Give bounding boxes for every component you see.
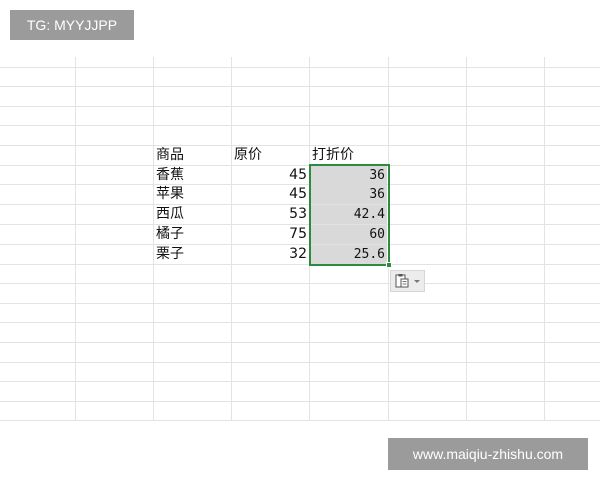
discount-price-cell[interactable]: 25.6 (311, 245, 387, 264)
grid-column-line (544, 57, 545, 420)
grid-row-line (0, 106, 600, 107)
original-price-cell[interactable]: 53 (232, 205, 309, 224)
header-cell-discount-price[interactable]: 打折价 (312, 146, 388, 165)
original-price-cell[interactable]: 75 (232, 225, 309, 244)
discount-price-cell[interactable]: 36 (311, 166, 387, 185)
grid-row-line (0, 420, 600, 421)
header-cell-original-price[interactable]: 原价 (234, 146, 309, 165)
item-cell[interactable]: 橘子 (156, 225, 231, 244)
paste-options-button[interactable] (390, 270, 425, 292)
item-cell[interactable]: 香蕉 (156, 166, 231, 185)
grid-row-line (0, 283, 600, 284)
original-price-cell[interactable]: 32 (232, 245, 309, 264)
grid-row-line (0, 401, 600, 402)
grid-row-line (0, 86, 600, 87)
watermark-top-left: TG: MYYJJPP (10, 10, 134, 40)
grid-row-line (0, 342, 600, 343)
grid-column-line (309, 57, 310, 420)
grid-row-line (0, 322, 600, 323)
grid-column-line (388, 57, 389, 420)
discount-price-cell[interactable]: 36 (311, 185, 387, 204)
grid-row-line (0, 67, 600, 68)
item-cell[interactable]: 苹果 (156, 185, 231, 204)
grid-column-line (75, 57, 76, 420)
grid-row-line (0, 362, 600, 363)
paste-options-icon (395, 274, 409, 288)
original-price-cell[interactable]: 45 (232, 185, 309, 204)
chevron-down-icon (414, 280, 420, 283)
spreadsheet-grid[interactable]: 商品 原价 打折价 香蕉 45 36 苹果 45 36 西瓜 53 42.4 橘… (0, 0, 600, 480)
grid-row-line (0, 264, 600, 265)
original-price-cell[interactable]: 45 (232, 166, 309, 185)
header-cell-item[interactable]: 商品 (156, 146, 231, 165)
grid-row-line (0, 381, 600, 382)
grid-column-line (153, 57, 154, 420)
fill-handle[interactable] (386, 262, 392, 268)
watermark-site-url: www.maiqiu-zhishu.com (388, 438, 588, 470)
discount-price-cell[interactable]: 60 (311, 225, 387, 244)
discount-price-cell[interactable]: 42.4 (311, 205, 387, 224)
item-cell[interactable]: 栗子 (156, 245, 231, 264)
item-cell[interactable]: 西瓜 (156, 205, 231, 224)
grid-row-line (0, 303, 600, 304)
grid-column-line (466, 57, 467, 420)
grid-row-line (0, 125, 600, 126)
